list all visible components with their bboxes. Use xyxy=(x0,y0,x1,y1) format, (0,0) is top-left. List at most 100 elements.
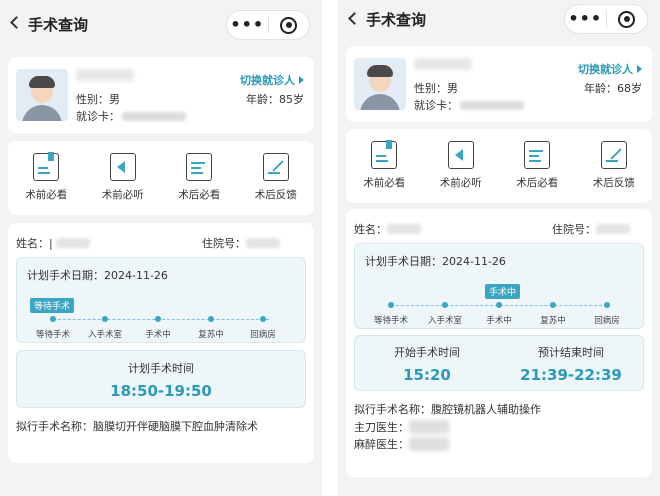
status-badge: 等待手术 xyxy=(30,298,75,313)
shortcut-label: 术后反馈 xyxy=(254,189,297,201)
switch-patient-button[interactable]: 切换就诊人 xyxy=(578,61,642,77)
end-time-col: 预计结束时间 21:39-22:39 xyxy=(499,336,643,384)
edit-icon xyxy=(262,153,289,181)
shortcut-label: 术前必听 xyxy=(101,189,144,201)
shortcut-feedback[interactable]: 术后反馈 xyxy=(238,141,315,215)
plan-date-row: 计划手术日期：2024-11-26 xyxy=(27,267,168,283)
shortcut-post-read[interactable]: 术后必看 xyxy=(499,129,576,203)
visit-card-redacted xyxy=(460,101,524,110)
shortcut-post-read[interactable]: 术后必看 xyxy=(161,141,238,215)
plan-date-value: 2024-11-26 xyxy=(442,255,506,268)
plan-date-label: 计划手术日期： xyxy=(365,255,442,268)
visit-card-row: 就诊卡： xyxy=(76,108,186,124)
name-label: 姓名： xyxy=(16,237,49,250)
plan-date-value: 2024-11-26 xyxy=(104,269,168,282)
visit-card-label: 就诊卡： xyxy=(76,110,120,123)
start-time-col: 开始手术时间 15:20 xyxy=(355,336,499,384)
triangle-right-icon xyxy=(299,76,304,84)
avatar xyxy=(354,58,406,110)
name-redacted xyxy=(56,238,91,248)
visit-card-label: 就诊卡： xyxy=(414,99,458,112)
stage-recovery: 复苏中 xyxy=(528,302,578,326)
speaker-icon xyxy=(447,141,474,169)
inpatient-no-redacted xyxy=(246,238,280,248)
shortcut-feedback[interactable]: 术后反馈 xyxy=(576,129,653,203)
age-row: 年龄：68岁 xyxy=(584,80,642,96)
mini-program-capsule: ••• xyxy=(564,4,648,34)
stage-in-surgery: 手术中 xyxy=(474,302,524,326)
name-value: | xyxy=(49,237,53,250)
more-icon[interactable]: ••• xyxy=(227,11,268,39)
switch-patient-label: 切换就诊人 xyxy=(578,63,633,76)
shortcut-label: 术前必听 xyxy=(439,177,482,189)
gender-label: 性别： xyxy=(76,93,109,106)
gender-value: 男 xyxy=(447,82,458,95)
progress-panel: 计划手术日期：2024-11-26 手术中 等待手术 入手术室 手术中 复苏中 … xyxy=(354,243,644,329)
inpatient-no-label: 住院号： xyxy=(552,223,596,236)
list-icon xyxy=(186,153,213,181)
back-icon[interactable] xyxy=(10,16,23,29)
shortcut-label: 术前必看 xyxy=(25,189,68,201)
surgery-time-panel: 开始手术时间 15:20 预计结束时间 21:39-22:39 xyxy=(354,335,644,391)
age-value: 68岁 xyxy=(617,82,642,95)
nav-bar: 手术查询 ••• xyxy=(338,0,660,40)
age-value: 85岁 xyxy=(279,93,304,106)
shortcut-pre-listen[interactable]: 术前必听 xyxy=(423,129,500,203)
age-label: 年龄： xyxy=(584,82,617,95)
stage-in-surgery: 手术中 xyxy=(133,316,183,340)
end-time-value: 21:39-22:39 xyxy=(520,366,622,384)
procedure-label: 拟行手术名称： xyxy=(354,403,431,416)
patient-card: 切换就诊人 性别：男 年龄：85岁 就诊卡： xyxy=(8,57,314,133)
plan-date-row: 计划手术日期：2024-11-26 xyxy=(365,253,506,269)
patient-card: 切换就诊人 性别：男 年龄：68岁 就诊卡： xyxy=(346,46,652,122)
stage-enter-or: 入手术室 xyxy=(80,316,130,340)
shortcut-pre-read[interactable]: 术前必看 xyxy=(8,141,85,215)
planned-time-title: 计划手术时间 xyxy=(128,362,194,375)
stage-recovery: 复苏中 xyxy=(186,316,236,340)
shortcut-pre-listen[interactable]: 术前必听 xyxy=(85,141,162,215)
shortcut-label: 术后必看 xyxy=(516,177,559,189)
age-row: 年龄：85岁 xyxy=(246,91,304,107)
right-screen: 手术查询 ••• 切换就诊人 性别：男 年龄：68岁 就诊卡： 术前必看 术前必… xyxy=(338,0,660,496)
triangle-right-icon xyxy=(637,65,642,73)
planned-time-panel: 计划手术时间 18:50-19:50 xyxy=(16,350,306,408)
surgeon-label: 主刀医生： xyxy=(354,421,409,434)
planned-time-value: 18:50-19:50 xyxy=(110,382,212,400)
shortcut-pre-read[interactable]: 术前必看 xyxy=(346,129,423,203)
anesthetist-row: 麻醉医生： xyxy=(354,436,644,452)
procedure-row: 拟行手术名称：腹腔镜机器人辅助操作 xyxy=(354,401,644,417)
speaker-icon xyxy=(109,153,136,181)
visit-card-row: 就诊卡： xyxy=(414,97,524,113)
procedure-name: 脑膜切开伴硬脑膜下腔血肿清除术 xyxy=(93,420,258,433)
start-time-title: 开始手术时间 xyxy=(394,346,460,359)
stage-waiting: 等待手术 xyxy=(28,316,78,340)
close-target-icon[interactable] xyxy=(606,10,647,28)
name-redacted xyxy=(387,224,421,234)
shortcut-label: 术后反馈 xyxy=(592,177,635,189)
avatar xyxy=(16,69,68,121)
edit-icon xyxy=(600,141,627,169)
start-time-value: 15:20 xyxy=(403,366,451,384)
inpatient-no-redacted xyxy=(596,224,630,234)
stage-waiting: 等待手术 xyxy=(366,302,416,326)
nav-bar: 手术查询 ••• xyxy=(0,0,322,48)
inpatient-no-label: 住院号： xyxy=(202,237,246,250)
patient-name-redacted xyxy=(414,58,472,70)
name-label: 姓名： xyxy=(354,223,387,236)
close-target-icon[interactable] xyxy=(268,16,309,34)
document-icon xyxy=(371,140,398,169)
left-screen: 手术查询 ••• 切换就诊人 性别：男 年龄：85岁 就诊卡： 术前必看 术前必… xyxy=(0,0,322,496)
back-icon[interactable] xyxy=(348,12,361,25)
stage-return-ward: 回病房 xyxy=(582,302,632,326)
surgery-card: 姓名：| 住院号： 计划手术日期：2024-11-26 等待手术 等待手术 入手… xyxy=(8,223,314,463)
shortcut-label: 术前必看 xyxy=(363,177,406,189)
visit-card-redacted xyxy=(122,112,186,121)
anesthetist-redacted xyxy=(409,437,449,451)
gender-value: 男 xyxy=(109,93,120,106)
more-icon[interactable]: ••• xyxy=(565,5,606,33)
shortcut-grid: 术前必看 术前必听 术后必看 术后反馈 xyxy=(8,141,314,215)
gender-row: 性别：男 xyxy=(76,91,120,107)
switch-patient-button[interactable]: 切换就诊人 xyxy=(240,72,304,88)
switch-patient-label: 切换就诊人 xyxy=(240,74,295,87)
surgeon-redacted xyxy=(409,420,449,434)
